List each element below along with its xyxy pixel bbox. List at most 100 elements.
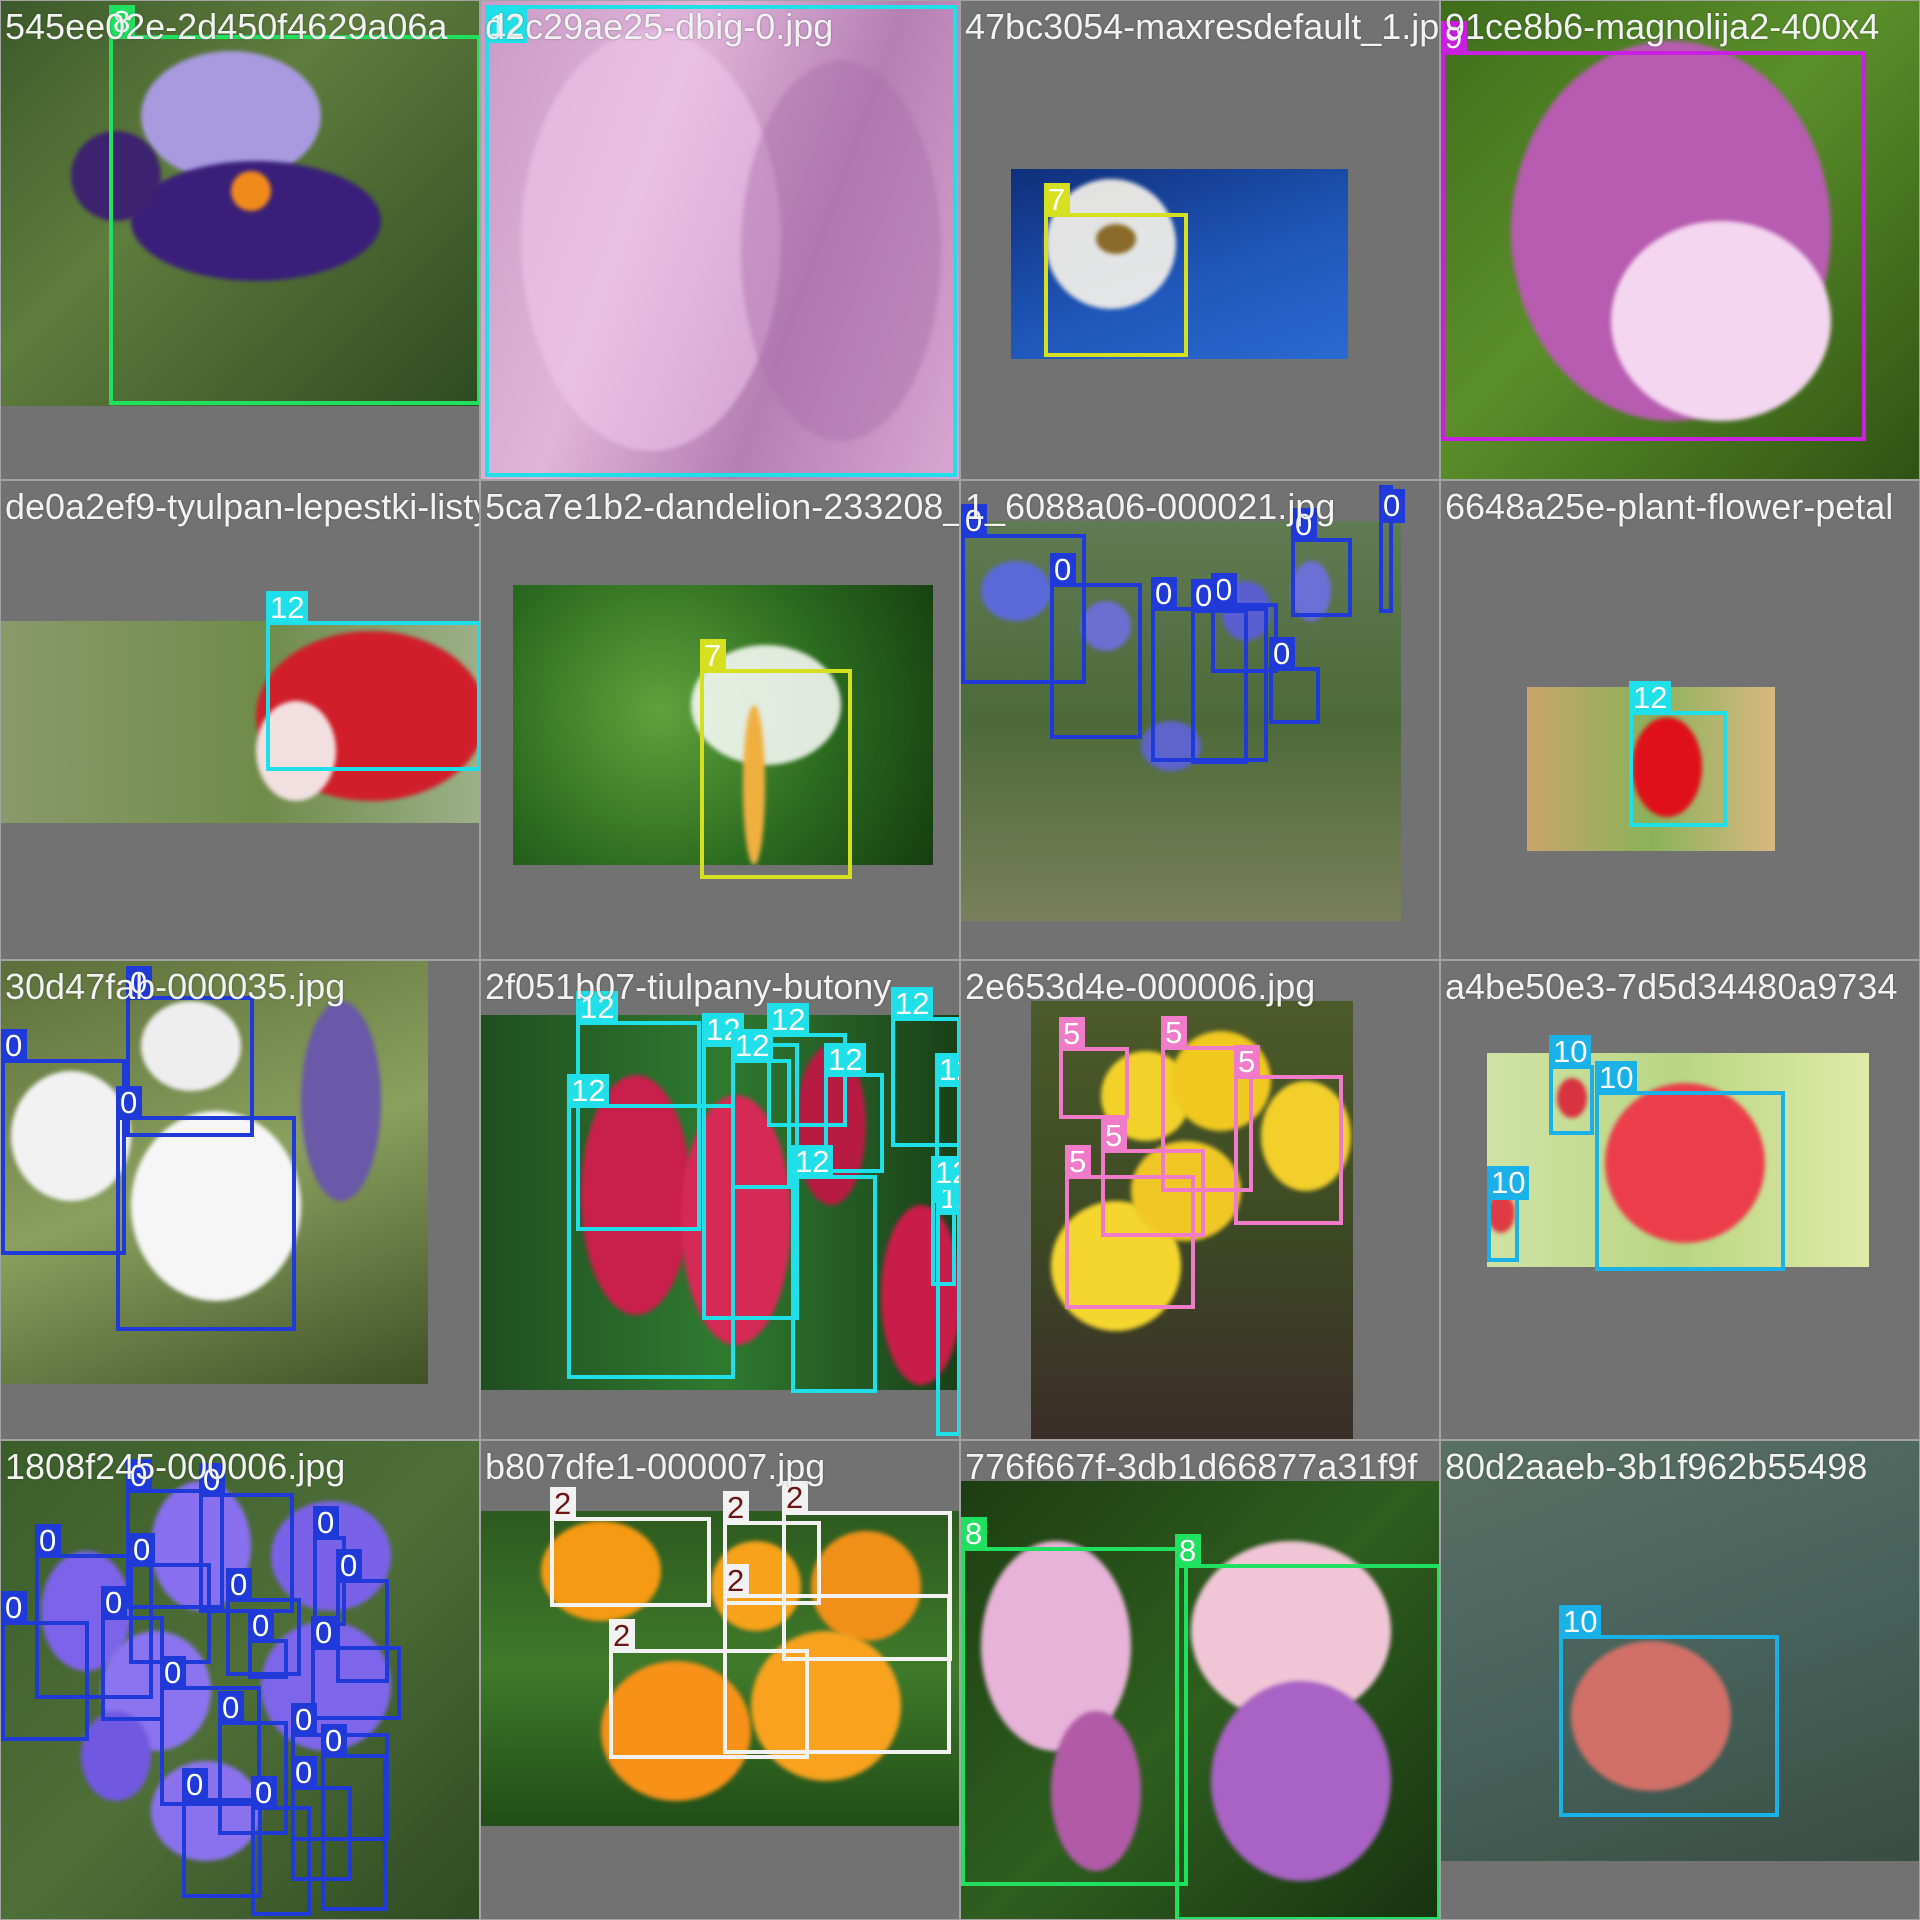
tile-dandelion-green: 7 5ca7e1b2-dandelion-233208_1280.jpg	[480, 480, 960, 960]
tile-calendula: 2 2 2 2 2 b807dfe1-000007.jpg	[480, 1440, 960, 1920]
class-label: 0	[1151, 577, 1177, 611]
tile-tulip-pink-closeup: 12 d2c29ae25-dbig-0.jpg	[480, 0, 960, 480]
bounding-box: 0	[1050, 553, 1142, 739]
tile-filename: 47bc3054-maxresdefault_1.jpg	[965, 6, 1440, 47]
bounding-box: 12	[485, 5, 957, 477]
class-label: 0	[336, 1549, 362, 1583]
bounding-box: 10	[1549, 1035, 1594, 1135]
bounding-box: 0	[1191, 579, 1248, 764]
class-label: 0	[313, 1506, 339, 1540]
tile-bellflowers-purple: 0 0 0 0 0 0 0 0 0 0 0 0 0 0 0 0 0 0 1808f245-000006.jpg	[0, 1440, 480, 1920]
tile-iris-pink: 8 8 776f667f-3db1d66877a31f9f	[960, 1440, 1440, 1920]
class-label: 0	[248, 1609, 274, 1643]
class-label: 5	[1101, 1119, 1127, 1153]
class-label: 0	[182, 1768, 208, 1802]
tile-filename: 545ee02e-2d450f4629a06a	[5, 6, 448, 47]
tile-filename: b807dfe1-000007.jpg	[485, 1446, 826, 1487]
bounding-box: 12	[791, 1145, 877, 1393]
class-label: 0	[1269, 637, 1295, 671]
bounding-box: 2	[723, 1564, 951, 1754]
class-label: 12	[567, 1074, 610, 1108]
bounding-box: 5	[1059, 1017, 1129, 1119]
bounding-box: 0	[101, 1586, 164, 1721]
bounding-box: 8	[961, 1517, 1188, 1886]
class-label: 0	[1, 1029, 27, 1063]
bounding-box: 12	[1629, 681, 1727, 827]
tile-iris-purple: 8 545ee02e-2d450f4629a06a	[0, 0, 480, 480]
class-label: 0	[251, 1776, 277, 1810]
class-label: 0	[129, 1533, 155, 1567]
tile-white-bellflowers: 0 0 0 30d47fab-000035.jpg	[0, 960, 480, 1440]
tile-filename: 30d47fab-000035.jpg	[5, 966, 346, 1007]
class-label: 2	[723, 1491, 749, 1525]
class-label: 0	[291, 1703, 317, 1737]
class-label: 0	[1050, 553, 1076, 587]
tile-filename: 1_6088a06-000021.jpg	[965, 486, 1336, 527]
class-label: 0	[101, 1586, 127, 1620]
bounding-box: 5	[1234, 1045, 1343, 1225]
tile-daffodils: 5 5 5 5 5 2e653d4e-000006.jpg	[960, 960, 1440, 1440]
bounding-box: 8	[1175, 1534, 1439, 1919]
bounding-box: 12	[266, 591, 479, 771]
class-label: 10	[1487, 1166, 1530, 1200]
tile-red-tulip-small: 12 6648a25e-plant-flower-petal	[1440, 480, 1920, 960]
tile-red-tulip-side: 12 de0a2ef9-tyulpan-lepestki-listya-2952.…	[0, 480, 480, 960]
class-label: 0	[321, 1724, 347, 1758]
class-label: 0	[1379, 489, 1405, 523]
flower-shape	[301, 1001, 381, 1201]
bounding-box: 0	[1, 1029, 126, 1255]
class-label: 12	[824, 1043, 867, 1077]
class-label: 5	[1059, 1017, 1085, 1051]
tile-filename: a4be50e3-7d5d34480a9734	[1445, 966, 1898, 1007]
tile-filename: 2e653d4e-000006.jpg	[965, 966, 1316, 1007]
tile-red-rose: 10 10 10 a4be50e3-7d5d34480a9734	[1440, 960, 1920, 1440]
bounding-box: 7	[1044, 183, 1188, 357]
class-label: 8	[1175, 1534, 1201, 1568]
tile-filename: de0a2ef9-tyulpan-lepestki-listya-2952.jp…	[5, 486, 479, 527]
class-label: 10	[1559, 1605, 1602, 1639]
class-label: 12	[931, 1156, 959, 1190]
class-label: 0	[218, 1691, 244, 1725]
bounding-box: 2	[550, 1487, 711, 1607]
bounding-box: 10	[1487, 1166, 1530, 1262]
class-label: 0	[291, 1756, 317, 1790]
bounding-box: 0	[182, 1768, 262, 1898]
detection-mosaic: 8 545ee02e-2d450f4629a06a 12 d2c29ae25-dbig…	[0, 0, 1920, 1920]
class-label: 0	[1191, 579, 1217, 613]
bounding-box: 5	[1065, 1145, 1195, 1309]
bounding-box: 0	[311, 1616, 401, 1720]
bounding-box: 8	[109, 5, 479, 405]
bounding-box: 12	[731, 1029, 791, 1189]
tile-dandelion-blue: 7 47bc3054-maxresdefault_1.jpg	[960, 0, 1440, 480]
bounding-box: 7	[700, 639, 852, 879]
class-label: 12	[935, 1053, 959, 1087]
tile-filename: 91ce8b6-magnolija2-400x4	[1445, 6, 1880, 47]
class-label: 10	[1549, 1035, 1592, 1069]
class-label: 8	[961, 1517, 987, 1551]
class-label: 2	[609, 1619, 635, 1653]
bounding-box: 9	[1441, 21, 1866, 441]
tile-filename: 2f051b07-tiulpany-butony	[485, 966, 892, 1007]
bounding-box: 0	[116, 1086, 296, 1331]
bounding-box: 12	[931, 1156, 959, 1286]
tile-filename: 1808f245-000006.jpg	[5, 1446, 346, 1487]
class-label: 12	[791, 1145, 834, 1179]
tile-magnolia: 9 91ce8b6-magnolija2-400x4	[1440, 0, 1920, 480]
tile-filename: 80d2aaeb-3b1f962b55498	[1445, 1446, 1868, 1487]
bounding-box: 0	[1291, 508, 1352, 617]
class-label: 5	[1234, 1045, 1260, 1079]
class-label: 5	[1161, 1016, 1187, 1050]
class-label: 7	[1044, 183, 1070, 217]
class-label: 0	[311, 1616, 337, 1650]
bounding-box: 0	[248, 1609, 288, 1679]
tile-tulip-buds: 12121212121212121212122f051b07-tiulpany-…	[480, 960, 960, 1440]
class-label: 0	[226, 1568, 252, 1602]
tile-bellflowers-meadow: 0 0 0 0 0 0 0 0 1_6088a06-000021.jpg	[960, 480, 1440, 960]
class-label: 5	[1065, 1145, 1091, 1179]
class-label: 0	[1, 1591, 27, 1625]
class-label: 2	[723, 1564, 749, 1598]
class-label: 12	[266, 591, 309, 625]
class-label: 12	[891, 987, 934, 1021]
bounding-box: 10	[1559, 1605, 1779, 1817]
class-label: 0	[116, 1086, 142, 1120]
